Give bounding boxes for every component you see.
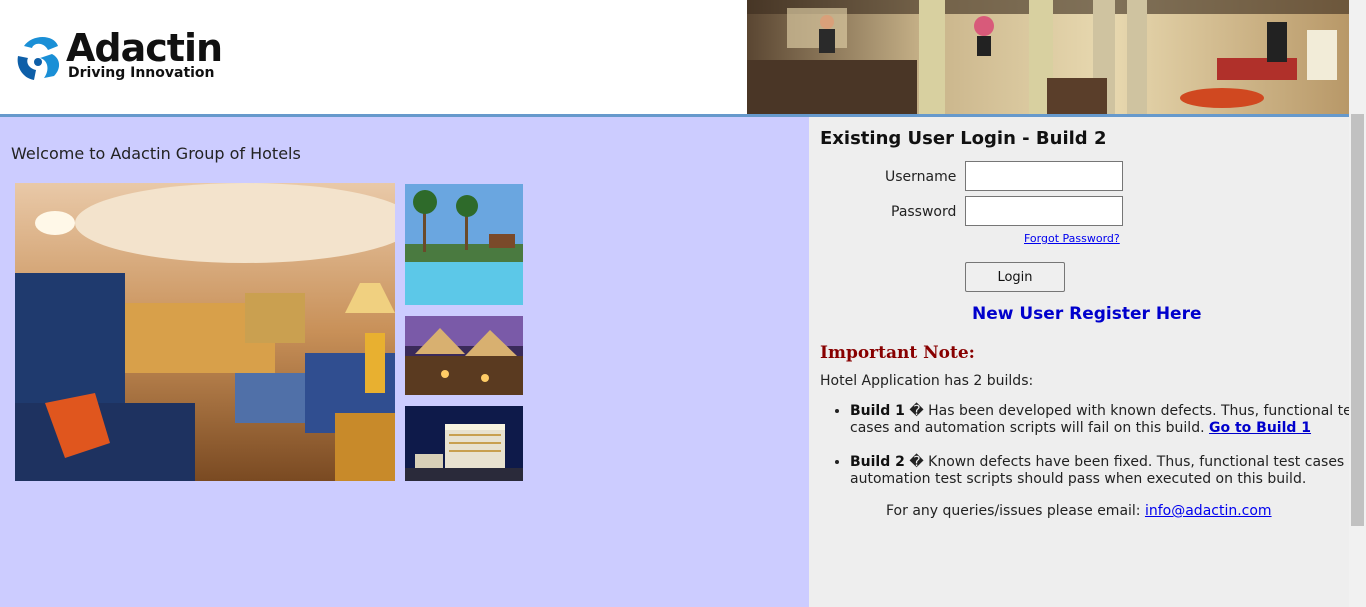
go-to-build-1-link[interactable]: Go to Build 1 [1209, 420, 1311, 436]
build-1-name: Build 1 [850, 403, 905, 419]
welcome-panel: Welcome to Adactin Group of Hotels [0, 117, 809, 607]
vertical-scrollbar[interactable] [1349, 0, 1366, 607]
logo-tagline: Driving Innovation [68, 65, 215, 81]
register-link[interactable]: New User Register Here [972, 304, 1202, 324]
password-input[interactable] [965, 196, 1123, 226]
queries-line: For any queries/issues please email: inf… [886, 503, 1272, 519]
build-2-name: Build 2 [850, 454, 905, 470]
build-2-item: Build 2 � Known defects have been fixed.… [850, 454, 1366, 488]
username-label: Username [885, 169, 957, 185]
build-2-text: � Known defects have been fixed. Thus, f… [850, 454, 1366, 487]
email-link[interactable]: info@adactin.com [1145, 503, 1272, 519]
hotel-lobby-banner-image [747, 0, 1349, 114]
note-intro: Hotel Application has 2 builds: [820, 373, 1034, 389]
header: Adactin Driving Innovation [0, 0, 1366, 117]
hotel-building-image [405, 406, 523, 481]
login-title: Existing User Login - Build 2 [820, 128, 1107, 149]
login-panel: Existing User Login - Build 2 Username P… [809, 117, 1366, 607]
queries-text: For any queries/issues please email: [886, 503, 1145, 519]
forgot-password-link[interactable]: Forgot Password? [1024, 232, 1120, 245]
adactin-logo-icon [17, 37, 60, 80]
resort-pool-image [405, 184, 523, 305]
scrollbar-thumb[interactable] [1351, 114, 1364, 526]
welcome-text: Welcome to Adactin Group of Hotels [11, 144, 301, 163]
hotel-suite-image [15, 183, 395, 481]
adactin-logo: Adactin Driving Innovation [14, 26, 229, 88]
username-input[interactable] [965, 161, 1123, 191]
resort-tents-image [405, 316, 523, 395]
build-list: Build 1 � Has been developed with known … [820, 403, 1366, 505]
password-label: Password [891, 204, 957, 220]
important-note-heading: Important Note: [820, 343, 975, 363]
login-button[interactable]: Login [965, 262, 1065, 292]
build-1-item: Build 1 � Has been developed with known … [850, 403, 1366, 437]
